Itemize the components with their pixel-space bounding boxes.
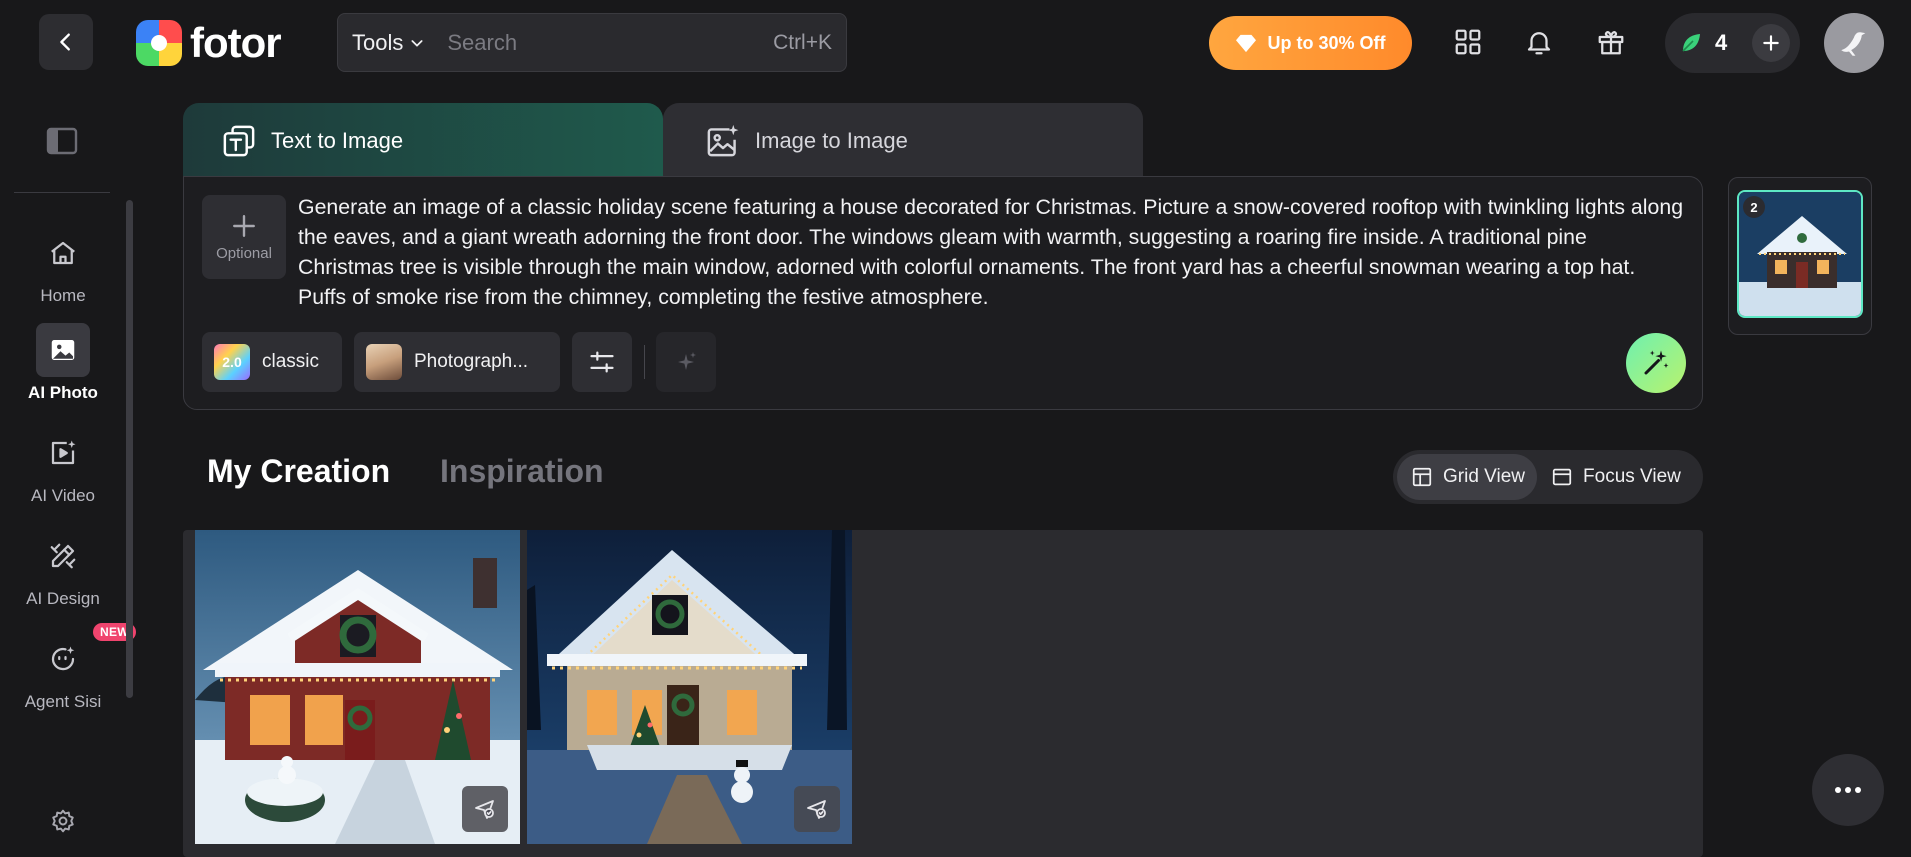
generated-image-2[interactable] (527, 530, 852, 844)
focus-view-button[interactable]: Focus View (1537, 454, 1693, 500)
sidebar-item-agent-sisi[interactable]: NEW Agent Sisi (0, 623, 136, 712)
prompt-panel: Optional Generate an image of a classic … (183, 176, 1703, 410)
sparkle-icon (678, 352, 696, 370)
creation-gallery (183, 530, 1703, 857)
design-icon (50, 543, 76, 569)
chip-divider (644, 345, 645, 379)
bird-avatar-icon (1841, 32, 1866, 56)
chevron-left-icon (60, 33, 70, 51)
send-edit-icon (807, 800, 826, 819)
user-avatar[interactable] (1824, 13, 1884, 73)
add-reference-button[interactable]: Optional (202, 195, 286, 279)
sidebar-toggle-button[interactable] (46, 126, 78, 156)
tab-image-to-image[interactable]: Image to Image (663, 103, 1143, 178)
tab-inspiration[interactable]: Inspiration (440, 453, 604, 490)
grid-view-button[interactable]: Grid View (1397, 454, 1538, 500)
promo-label: Up to 30% Off (1267, 32, 1386, 53)
tab-label: Image to Image (755, 127, 908, 153)
send-edit-icon (475, 800, 494, 819)
image-icon (51, 340, 75, 360)
sidebar-item-ai-photo[interactable]: AI Photo (0, 323, 126, 403)
grid-view-icon (1412, 467, 1432, 487)
image-to-image-icon (707, 124, 739, 156)
more-options-button[interactable] (1812, 754, 1884, 826)
sidebar-item-label: AI Photo (28, 383, 98, 402)
sidebar-item-label: Home (40, 286, 86, 305)
settings-button[interactable] (50, 808, 76, 834)
search-input[interactable] (447, 29, 748, 56)
tools-dropdown[interactable]: Tools (352, 30, 425, 56)
tools-label: Tools (352, 29, 404, 55)
sidebar-item-label: AI Design (26, 589, 100, 608)
grid-view-label: Grid View (1443, 466, 1526, 487)
sidebar: Home AI Photo AI Video AI Design NEW Age… (0, 86, 136, 857)
panel-toggle-icon (46, 127, 78, 155)
gear-icon (52, 809, 74, 833)
history-count-badge: 2 (1743, 196, 1765, 218)
style-label: Photograph... (414, 351, 529, 372)
generated-image-1[interactable] (195, 530, 520, 844)
logo-mark-icon (136, 20, 182, 66)
more-horizontal-icon (1835, 787, 1861, 793)
agent-icon (51, 646, 75, 671)
add-credits-button[interactable] (1752, 24, 1790, 62)
chevron-down-icon (411, 39, 423, 47)
enhance-prompt-button[interactable] (656, 332, 716, 392)
mode-tabs: Text to Image Image to Image (183, 103, 1143, 178)
image-action-button[interactable] (794, 786, 840, 832)
credits-widget: 4 (1665, 13, 1800, 73)
tab-text-to-image[interactable]: Text to Image (183, 103, 663, 178)
apps-button[interactable] (1450, 24, 1486, 60)
sidebar-scrollbar[interactable] (126, 200, 133, 698)
diamond-icon (1236, 34, 1257, 53)
fotor-logo[interactable]: fotor (136, 19, 282, 67)
sliders-icon (590, 351, 614, 373)
text-to-image-icon (223, 125, 255, 156)
promo-button[interactable]: Up to 30% Off (1209, 16, 1412, 70)
magic-wand-icon (1644, 350, 1669, 375)
model-label: classic (262, 351, 320, 372)
search-bar: Tools Ctrl+K (337, 13, 847, 72)
tab-label: Text to Image (271, 127, 404, 153)
add-reference-label: Optional (216, 244, 272, 262)
search-shortcut: Ctrl+K (773, 30, 832, 54)
model-selector[interactable]: 2.0 classic (202, 332, 342, 392)
settings-adjust-button[interactable] (572, 332, 632, 392)
tab-my-creation[interactable]: My Creation (207, 453, 390, 490)
back-button[interactable] (39, 14, 93, 70)
view-toggle: Grid View Focus View (1393, 450, 1703, 504)
plus-icon (1763, 35, 1779, 51)
prompt-textarea[interactable]: Generate an image of a classic holiday s… (298, 192, 1688, 312)
focus-view-label: Focus View (1583, 466, 1681, 487)
image-action-button[interactable] (462, 786, 508, 832)
logo-text: fotor (190, 19, 282, 66)
gift-button[interactable] (1593, 24, 1629, 60)
notifications-button[interactable] (1521, 24, 1557, 60)
model-version-icon: 2.0 (214, 344, 250, 380)
generate-button[interactable] (1626, 333, 1686, 393)
sidebar-item-ai-design[interactable]: AI Design (0, 529, 126, 609)
bell-icon (1527, 32, 1551, 55)
gift-icon (1598, 31, 1624, 55)
style-selector[interactable]: Photograph... (354, 332, 560, 392)
plus-icon (233, 214, 255, 237)
leaf-icon (1682, 34, 1700, 52)
sidebar-divider (14, 192, 110, 193)
focus-view-icon (1552, 468, 1572, 486)
top-bar: fotor Tools Ctrl+K Up to 30% Off (0, 0, 1911, 86)
sidebar-item-label: AI Video (31, 486, 95, 505)
video-icon (51, 440, 76, 465)
home-icon (51, 241, 75, 265)
sidebar-item-home[interactable]: Home (0, 226, 126, 306)
style-thumbnail (366, 344, 402, 380)
credits-count: 4 (1715, 30, 1728, 55)
history-thumbnail[interactable]: 2 (1737, 190, 1863, 318)
grid-apps-icon (1455, 29, 1481, 55)
sidebar-item-label: Agent Sisi (24, 692, 102, 711)
generation-history: 2 (1728, 177, 1872, 335)
sidebar-item-ai-video[interactable]: AI Video (0, 426, 126, 506)
